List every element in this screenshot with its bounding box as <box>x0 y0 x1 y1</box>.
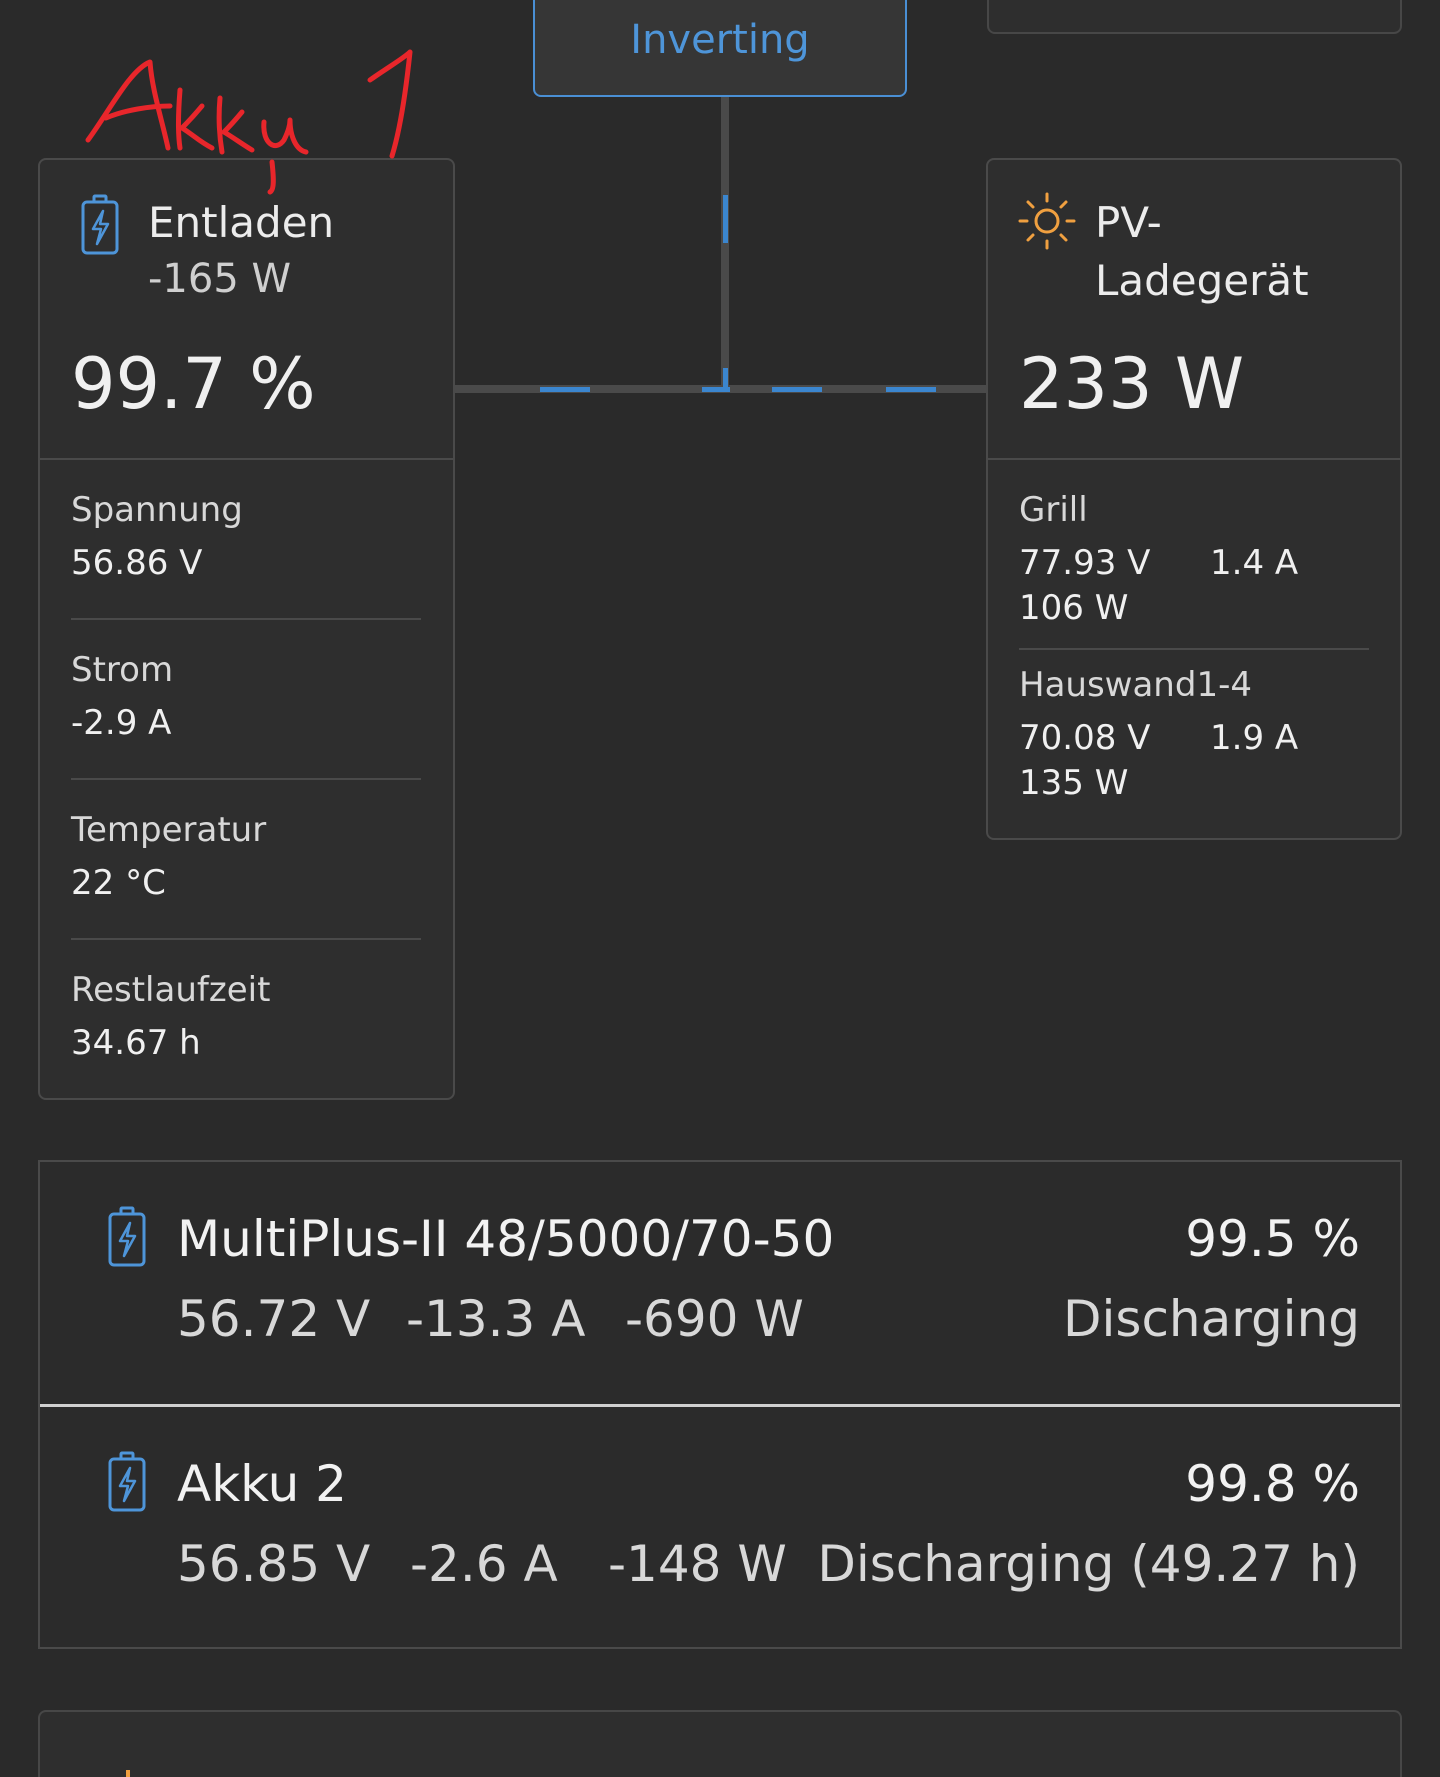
device-soc: 99.5 % <box>1185 1210 1360 1268</box>
property-label-temperature: Temperatur <box>71 810 267 850</box>
inverter-tile[interactable]: Inverting <box>533 0 907 97</box>
pv-power: 233 W <box>1019 343 1245 425</box>
flow-dot <box>702 387 730 392</box>
property-value-time-to-go: 34.67 h <box>71 1023 201 1063</box>
connection-line-vertical <box>721 97 729 393</box>
device-voltage: 56.85 V <box>177 1535 371 1593</box>
tracker-name: Hauswand1-4 <box>1019 665 1252 705</box>
tracker-current: 1.4 A <box>1210 543 1299 583</box>
device-current: -2.6 A <box>410 1535 558 1593</box>
property-value-voltage: 56.86 V <box>71 543 203 583</box>
device-current: -13.3 A <box>406 1290 586 1348</box>
property-value-current: -2.9 A <box>71 703 172 743</box>
inverter-status: Inverting <box>630 17 810 63</box>
property-label-current: Strom <box>71 650 174 690</box>
flow-dot <box>772 387 822 392</box>
tracker-power: 135 W <box>1019 763 1129 803</box>
list-item-akku-2[interactable]: Akku 2 99.8 % 56.85 V -2.6 A -148 W Disc… <box>40 1407 1400 1649</box>
battery-charging-icon <box>108 1451 146 1512</box>
list-item-multiplus[interactable]: MultiPlus-II 48/5000/70-50 99.5 % 56.72 … <box>40 1162 1400 1404</box>
battery-charging-icon <box>81 194 119 255</box>
device-status: Discharging (49.27 h) <box>817 1535 1360 1593</box>
handwritten-annotation <box>85 49 413 195</box>
device-soc: 99.8 % <box>1185 1455 1360 1513</box>
property-divider <box>71 618 421 620</box>
bottom-tile[interactable] <box>38 1710 1402 1777</box>
flow-dot <box>886 387 936 392</box>
bolt-icon <box>126 1770 130 1777</box>
property-label-voltage: Spannung <box>71 490 243 530</box>
pv-title-cont: Ladegerät <box>1095 256 1309 305</box>
tracker-name: Grill <box>1019 490 1088 530</box>
battery-soc: 99.7 % <box>71 343 316 425</box>
flow-dot <box>540 387 590 392</box>
card-divider <box>40 458 453 460</box>
device-status: Discharging <box>1063 1290 1360 1348</box>
tracker-voltage: 77.93 V <box>1019 543 1151 583</box>
device-power: -690 W <box>625 1290 804 1348</box>
battery-card-header: Entladen -165 W 99.7 % <box>40 160 453 458</box>
card-divider <box>988 458 1400 460</box>
pv-card-header: PV- Ladegerät 233 W <box>988 160 1400 458</box>
property-label-time-to-go: Restlaufzeit <box>71 970 271 1010</box>
battery-state: Entladen <box>148 198 335 247</box>
device-name: MultiPlus-II 48/5000/70-50 <box>177 1210 835 1268</box>
battery-list: MultiPlus-II 48/5000/70-50 99.5 % 56.72 … <box>38 1160 1402 1649</box>
property-divider <box>71 778 421 780</box>
property-value-temperature: 22 °C <box>71 863 166 903</box>
battery-card[interactable]: Entladen -165 W 99.7 % Spannung 56.86 V … <box>38 158 455 1100</box>
tracker-divider <box>1019 648 1369 650</box>
pv-title: PV- <box>1095 198 1162 247</box>
battery-charging-icon <box>108 1206 146 1267</box>
tracker-current: 1.9 A <box>1210 718 1299 758</box>
tracker-power: 106 W <box>1019 588 1129 628</box>
tracker-voltage: 70.08 V <box>1019 718 1151 758</box>
battery-power: -165 W <box>148 256 292 302</box>
top-right-tile[interactable] <box>987 0 1402 34</box>
device-name: Akku 2 <box>177 1455 347 1513</box>
device-voltage: 56.72 V <box>177 1290 371 1348</box>
pv-charger-card[interactable]: PV- Ladegerät 233 W Grill 77.93 V 1.4 A … <box>986 158 1402 840</box>
device-power: -148 W <box>608 1535 787 1593</box>
flow-dot <box>723 195 728 243</box>
sun-icon <box>1018 192 1076 250</box>
property-divider <box>71 938 421 940</box>
